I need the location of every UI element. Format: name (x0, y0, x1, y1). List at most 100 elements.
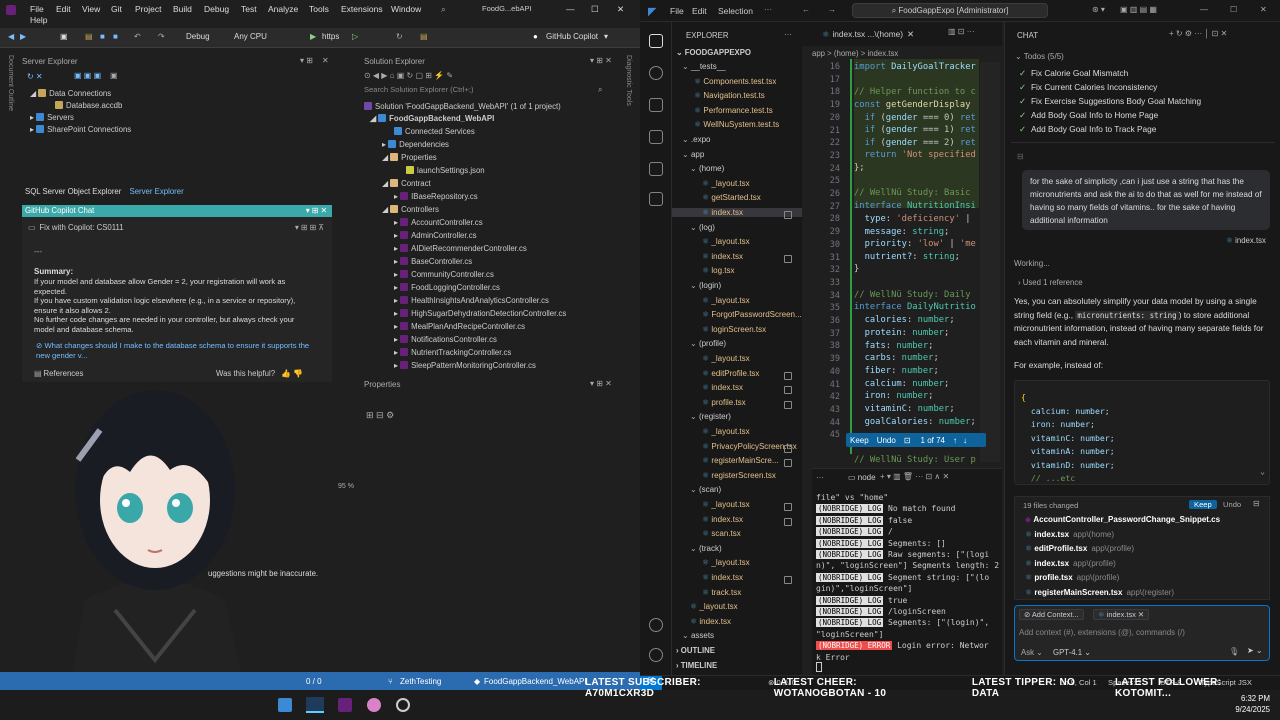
vscode-menu-selection[interactable]: Selection (718, 6, 753, 16)
code-block[interactable]: { calcium: number; iron: number; vitamin… (1014, 380, 1270, 485)
add-context-button[interactable]: ⊘ Add Context... (1019, 609, 1084, 620)
copilot-button[interactable]: GitHub Copilot (546, 32, 598, 41)
search-icon[interactable] (649, 66, 663, 80)
refresh-icon[interactable]: ↻ (396, 32, 403, 41)
tree-item[interactable]: ◢ Properties (382, 153, 437, 162)
changed-file-item[interactable]: ⚛ index.tsx app\(home) (1025, 530, 1114, 539)
tree-item[interactable]: ▸ SleepPatternMonitoringController.cs (394, 361, 536, 370)
tree-item[interactable]: ▸ HighSugarDehydrationDetectionControlle… (394, 309, 566, 318)
save-all-icon[interactable]: ■ (113, 32, 118, 41)
close-panel-icon[interactable]: ✕ (322, 56, 329, 65)
zoom-level[interactable]: 95 % (338, 483, 354, 490)
explorer-file[interactable]: ⚛ Performance.test.ts (672, 106, 802, 115)
chat-input-box[interactable]: ⊘ Add Context... ⚛ index.tsx ✕ Add conte… (1014, 605, 1270, 661)
save-icon[interactable]: ■ (100, 32, 105, 41)
tree-item[interactable]: launchSettings.json (406, 166, 485, 175)
explorer-file[interactable]: ⚛ Navigation.test.ts (672, 91, 802, 100)
close-icon[interactable]: ✕ (617, 4, 624, 15)
changed-file-item[interactable]: ⚛ profile.tsx app\(profile) (1025, 573, 1119, 582)
explorer-folder[interactable]: ⌄ (login) (672, 281, 802, 290)
undo-all-button[interactable]: Undo (1223, 500, 1241, 509)
file-explorer-icon[interactable] (278, 698, 292, 712)
changed-file-item[interactable]: ◆ AccountController_PasswordChange_Snipp… (1025, 515, 1224, 524)
vs-menu-extensions[interactable]: Extensions (341, 4, 383, 14)
platform-dropdown[interactable]: Any CPU (234, 32, 267, 41)
tree-item[interactable]: ▸ Dependencies (382, 140, 449, 149)
minimap[interactable] (980, 62, 1000, 462)
copilot-dropdown-icon[interactable]: ▾ (604, 32, 608, 41)
vs-menu-analyze[interactable]: Analyze (268, 4, 298, 14)
explorer-file[interactable]: ⚛ _layout.tsx (672, 500, 802, 511)
breadcrumb[interactable]: app > (home) > index.tsx (812, 49, 898, 58)
vs-menu-window[interactable]: Window (391, 4, 421, 14)
explorer-folder[interactable]: ⌄ (home) (672, 164, 802, 173)
keep-all-button[interactable]: Keep (1189, 500, 1217, 509)
search-icon[interactable]: ⌕ (598, 85, 602, 95)
tree-item[interactable]: ▸ NutrientTrackingController.cs (394, 348, 511, 357)
more-icon[interactable]: ··· (816, 473, 824, 482)
new-chat-icon[interactable]: + ↻ ⚙ ··· │ ⊡ ✕ (1169, 29, 1227, 38)
explorer-file[interactable]: ⚛ profile.tsx (672, 398, 802, 409)
vs-menu-tools[interactable]: Tools (309, 4, 329, 14)
branch-name[interactable]: ZethTesting (400, 677, 441, 686)
vs-menu-view[interactable]: View (82, 4, 100, 14)
explorer-file[interactable]: ⚛ registerMainScre... (672, 456, 802, 468)
tree-item[interactable]: Database.accdb (55, 101, 122, 110)
close-tab-icon[interactable]: ✕ (907, 29, 914, 39)
pin-icon[interactable]: ▾ ⊞ ✕ (590, 56, 612, 65)
explorer-file[interactable]: ⚛ WellNuSystem.test.ts (672, 120, 802, 129)
clock-date[interactable]: 9/24/2025 (1200, 705, 1270, 714)
next-change-icon[interactable]: ↓ (963, 436, 967, 445)
obs-taskbar-icon[interactable] (396, 698, 410, 712)
tree-item[interactable]: ◢ Controllers (382, 205, 439, 214)
tree-item[interactable]: ▸ MealPlanAndRecipeController.cs (394, 322, 525, 331)
maximize-icon[interactable]: ☐ (591, 4, 599, 15)
solution-root[interactable]: Solution 'FoodGappBackend_WebAPI' (1 of … (364, 102, 561, 111)
add-terminal-icon[interactable]: + ▾ ▥ 🗑 ··· ⊡ ∧ ✕ (880, 472, 949, 481)
forward-icon[interactable]: → (828, 5, 836, 14)
changes-count[interactable]: 0 / 0 (306, 677, 322, 686)
explorer-file[interactable]: ⚛ track.tsx (672, 588, 802, 597)
solution-toolbar-icon[interactable]: ⊙ ◀ ▶ ⌂ ▣ ↻ ▢ ⊞ ⚡ ✎ (364, 71, 453, 80)
previous-change-icon[interactable]: ↑ (953, 436, 957, 445)
run-debug-icon[interactable] (649, 130, 663, 144)
explorer-file[interactable]: ⚛ _layout.tsx (672, 179, 802, 188)
remote-icon[interactable] (649, 192, 663, 206)
explorer-file[interactable]: ⚛ _layout.tsx (672, 237, 802, 246)
explorer-file[interactable]: ⚛ index.tsx (672, 252, 802, 263)
tree-item[interactable]: ▸ AdminController.cs (394, 231, 477, 240)
copilot-icon[interactable]: ⊛ ▾ (1092, 5, 1105, 14)
explorer-file[interactable]: ⚛ registerScreen.tsx (672, 471, 802, 480)
app-taskbar-icon[interactable] (367, 698, 381, 712)
source-control-icon[interactable] (649, 98, 663, 112)
vs-menu-edit[interactable]: Edit (56, 4, 71, 14)
visual-studio-taskbar-icon[interactable] (338, 698, 352, 712)
explorer-file[interactable]: ⚛ getStarted.tsx (672, 193, 802, 202)
diagnostic-tools-tab[interactable]: Diagnostic Tools (625, 55, 632, 106)
files-icon[interactable] (649, 34, 663, 48)
explorer-folder[interactable]: ⌄ .expo (672, 135, 802, 144)
pin-icon[interactable]: ▾ ⊞ (300, 56, 313, 65)
close-panel-icon[interactable]: ▾ ⊞ ✕ (306, 205, 327, 217)
run-icon[interactable]: ▶ (310, 32, 316, 41)
tree-item[interactable]: ▸ SharePoint Connections (30, 125, 131, 134)
settings-gear-icon[interactable] (649, 648, 663, 662)
mode-dropdown[interactable]: Ask ⌄ (1021, 648, 1043, 657)
timeline-section[interactable]: › TIMELINE (676, 661, 717, 670)
github-icon[interactable]: ● (533, 32, 538, 41)
changed-file-item[interactable]: ⚛ index.tsx app\(profile) (1025, 559, 1116, 568)
terminal-panel[interactable]: ··· ▭ node + ▾ ▥ 🗑 ··· ⊡ ∧ ✕ file" vs "h… (812, 468, 1002, 675)
vs-menu-git[interactable]: Git (111, 4, 122, 14)
remove-chip-icon[interactable]: ✕ (1138, 610, 1144, 619)
search-icon[interactable]: ⌕ (441, 4, 446, 15)
project-node[interactable]: ◢ FoodGappBackend_WebAPI (370, 114, 494, 123)
diff-icon[interactable]: ⊡ (904, 436, 911, 445)
close-icon[interactable]: ✕ (1260, 5, 1267, 14)
explorer-file[interactable]: ⚛ index.tsx (672, 573, 802, 584)
more-icon[interactable]: ··· (784, 30, 792, 39)
explorer-file[interactable]: ⚛ index.tsx (672, 383, 802, 395)
new-item-icon[interactable]: ▣ (60, 32, 68, 41)
vs-menu-file[interactable]: File (30, 4, 44, 14)
explorer-file[interactable]: ⚛ log.tsx (672, 266, 802, 275)
workspace-root[interactable]: ⌄ FOODGAPPEXPO (676, 48, 751, 57)
